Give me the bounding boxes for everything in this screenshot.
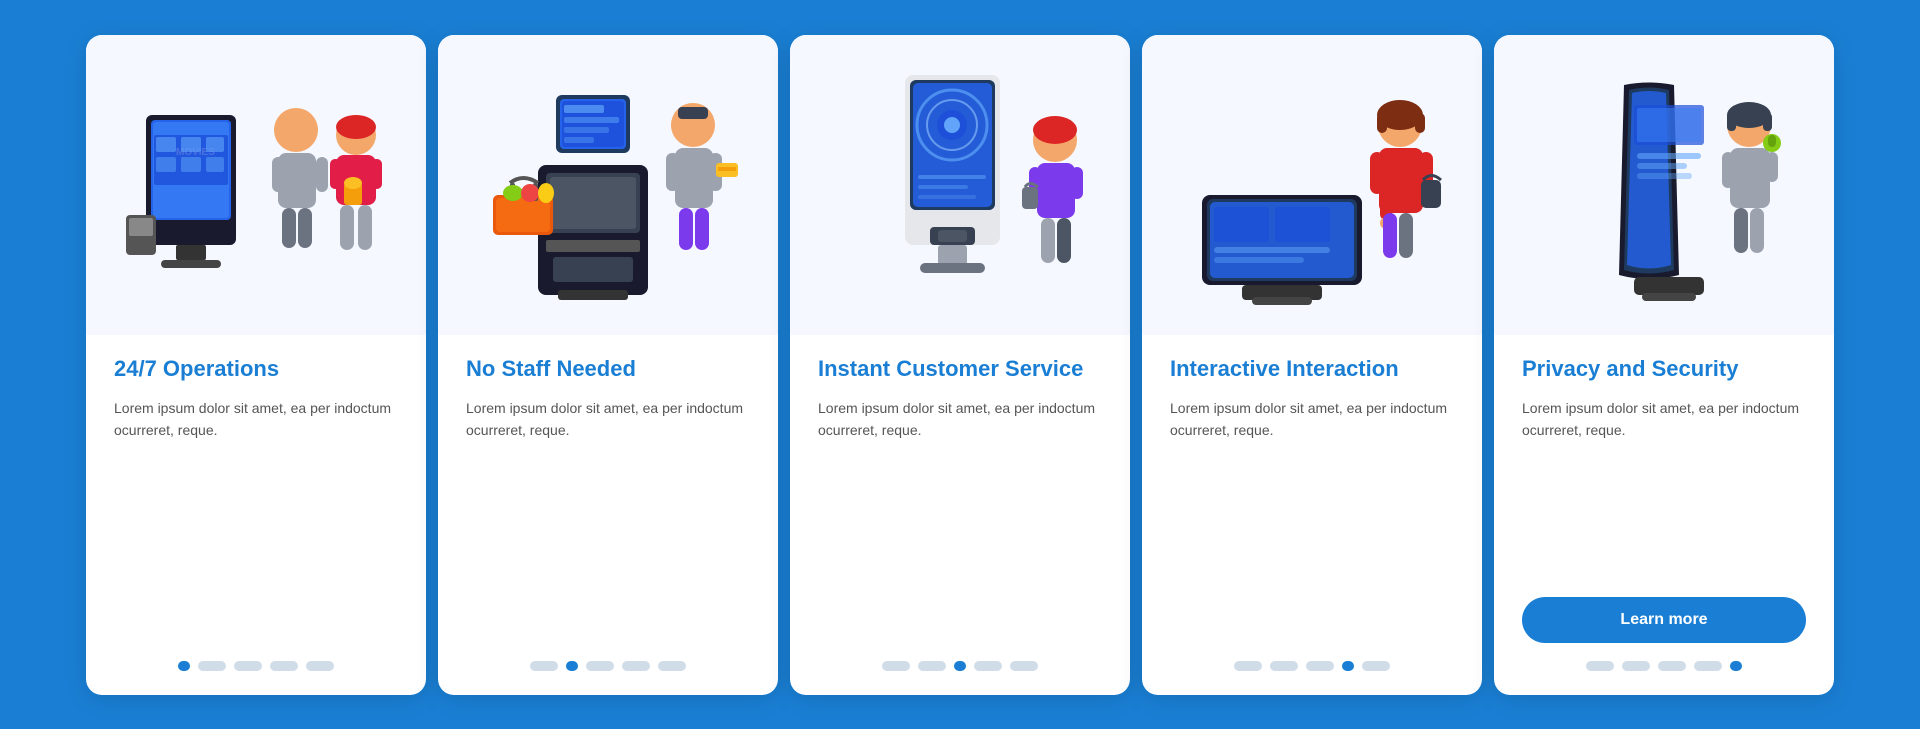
cards-container: MOVIES xyxy=(20,35,1900,695)
card-interactive: Interactive Interaction Lorem ipsum dolo… xyxy=(1142,35,1482,695)
dot-1-3 xyxy=(234,661,262,671)
dot-4-1 xyxy=(1234,661,1262,671)
card-2-illustration xyxy=(438,35,778,335)
dot-2-3 xyxy=(586,661,614,671)
dot-2-4 xyxy=(622,661,650,671)
dot-4-3 xyxy=(1306,661,1334,671)
dot-1-2 xyxy=(198,661,226,671)
card-1-body: 24/7 Operations Lorem ipsum dolor sit am… xyxy=(86,335,426,671)
card-2-dots xyxy=(466,661,750,671)
card-3-illustration xyxy=(790,35,1130,335)
card-no-staff: No Staff Needed Lorem ipsum dolor sit am… xyxy=(438,35,778,695)
card-3-text: Lorem ipsum dolor sit amet, ea per indoc… xyxy=(818,397,1102,642)
card-247-operations: MOVIES xyxy=(86,35,426,695)
card-4-body: Interactive Interaction Lorem ipsum dolo… xyxy=(1142,335,1482,671)
dot-3-1 xyxy=(882,661,910,671)
dot-3-3 xyxy=(954,661,966,671)
dot-4-4 xyxy=(1342,661,1354,671)
card-1-title: 24/7 Operations xyxy=(114,355,398,384)
dot-2-5 xyxy=(658,661,686,671)
dot-5-5 xyxy=(1730,661,1742,671)
dot-3-2 xyxy=(918,661,946,671)
card-4-title: Interactive Interaction xyxy=(1170,355,1454,384)
card-3-title: Instant Customer Service xyxy=(818,355,1102,384)
dot-1-5 xyxy=(306,661,334,671)
dot-5-1 xyxy=(1586,661,1614,671)
card-3-dots xyxy=(818,661,1102,671)
card-5-illustration xyxy=(1494,35,1834,335)
card-privacy-security: Privacy and Security Lorem ipsum dolor s… xyxy=(1494,35,1834,695)
card-1-text: Lorem ipsum dolor sit amet, ea per indoc… xyxy=(114,397,398,642)
card-5-text: Lorem ipsum dolor sit amet, ea per indoc… xyxy=(1522,397,1806,578)
dot-1-4 xyxy=(270,661,298,671)
card-1-dots xyxy=(114,661,398,671)
card-5-dots xyxy=(1522,661,1806,671)
dot-4-5 xyxy=(1362,661,1390,671)
card-1-illustration: MOVIES xyxy=(86,35,426,335)
dot-4-2 xyxy=(1270,661,1298,671)
card-5-body: Privacy and Security Lorem ipsum dolor s… xyxy=(1494,335,1834,671)
card-3-body: Instant Customer Service Lorem ipsum dol… xyxy=(790,335,1130,671)
card-5-title: Privacy and Security xyxy=(1522,355,1806,384)
dot-3-5 xyxy=(1010,661,1038,671)
dot-5-4 xyxy=(1694,661,1722,671)
card-instant-service: Instant Customer Service Lorem ipsum dol… xyxy=(790,35,1130,695)
dot-5-3 xyxy=(1658,661,1686,671)
dot-5-2 xyxy=(1622,661,1650,671)
dot-3-4 xyxy=(974,661,1002,671)
dot-2-1 xyxy=(530,661,558,671)
card-4-dots xyxy=(1170,661,1454,671)
card-4-text: Lorem ipsum dolor sit amet, ea per indoc… xyxy=(1170,397,1454,642)
card-2-body: No Staff Needed Lorem ipsum dolor sit am… xyxy=(438,335,778,671)
learn-more-button[interactable]: Learn more xyxy=(1522,597,1806,643)
card-2-title: No Staff Needed xyxy=(466,355,750,384)
card-4-illustration xyxy=(1142,35,1482,335)
card-2-text: Lorem ipsum dolor sit amet, ea per indoc… xyxy=(466,397,750,642)
dot-1-1 xyxy=(178,661,190,671)
dot-2-2 xyxy=(566,661,578,671)
